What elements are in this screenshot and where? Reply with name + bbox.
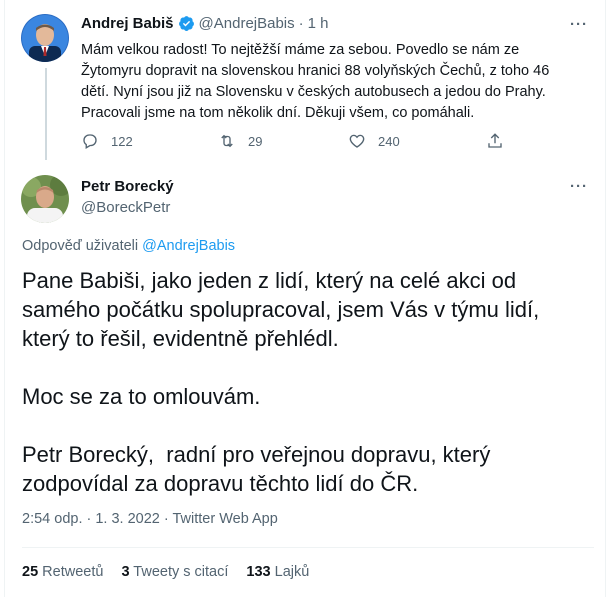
- reply-label: Odpověď uživateli: [22, 238, 139, 254]
- avatar-andrej-babis[interactable]: [21, 14, 69, 62]
- retweets-stat[interactable]: 25 Retweetů: [22, 564, 103, 580]
- likes-count: 133: [246, 564, 271, 580]
- quotes-label: Tweety s citací: [133, 564, 229, 580]
- main-tweet-text: Pane Babiši, jako jeden z lidí, který na…: [22, 266, 592, 498]
- parent-tweet-actions: 122 29 240: [81, 132, 521, 152]
- parent-author-handle[interactable]: @AndrejBabis: [199, 15, 295, 32]
- main-author-handle[interactable]: @BoreckPetr: [81, 199, 170, 216]
- reply-mention-link[interactable]: @AndrejBabis: [142, 238, 235, 254]
- tweet-paragraph: Pane Babiši, jako jeden z lidí, který na…: [22, 268, 540, 351]
- likes-label: Lajků: [274, 564, 310, 580]
- retweet-icon: [221, 134, 233, 148]
- like-count: 240: [378, 133, 400, 149]
- more-icon[interactable]: ···: [570, 17, 588, 32]
- main-author-name[interactable]: Petr Borecký: [81, 178, 174, 195]
- retweets-label: Retweetů: [42, 564, 104, 580]
- reply-button[interactable]: 122: [81, 132, 133, 150]
- replying-to: Odpověď uživateli @AndrejBabis: [22, 238, 235, 254]
- parent-author-name[interactable]: Andrej Babiš: [81, 15, 174, 32]
- verified-badge-icon: [178, 16, 194, 31]
- tweet-paragraph: Petr Borecký, radní pro veřejnou dopravu…: [22, 442, 497, 496]
- retweet-count: 29: [248, 133, 263, 149]
- header-dot: ·: [298, 15, 304, 32]
- like-button[interactable]: 240: [348, 132, 400, 150]
- parent-tweet-text: Mám velkou radost! To nejtěžší máme za s…: [81, 42, 550, 121]
- quotes-stat[interactable]: 3 Tweety s citací: [121, 564, 228, 580]
- likes-stat[interactable]: 133 Lajků: [246, 564, 309, 580]
- parent-tweet-header: Andrej Babiš @AndrejBabis · 1 h: [81, 15, 329, 32]
- divider: [22, 547, 594, 548]
- heart-icon: [349, 134, 365, 148]
- avatar-petr-borecky[interactable]: [21, 175, 69, 223]
- quotes-count: 3: [121, 564, 130, 580]
- retweet-button[interactable]: 29: [218, 132, 262, 150]
- frame-border-left: [4, 0, 5, 597]
- more-icon[interactable]: ···: [570, 179, 588, 194]
- tweet-timestamp[interactable]: 2:54 odp. · 1. 3. 2022 · Twitter Web App: [22, 511, 278, 527]
- reply-icon: [83, 134, 97, 149]
- frame-border-right: [605, 0, 606, 597]
- tweet-stats: 25 Retweetů 3 Tweety s citací 133 Lajků: [22, 564, 309, 580]
- tweet-paragraph: Moc se za to omlouvám.: [22, 384, 261, 409]
- share-icon: [488, 133, 502, 148]
- share-button[interactable]: [486, 132, 504, 150]
- parent-tweet-time[interactable]: 1 h: [308, 15, 329, 32]
- thread-connector: [45, 68, 47, 160]
- reply-count: 122: [111, 133, 133, 149]
- retweets-count: 25: [22, 564, 39, 580]
